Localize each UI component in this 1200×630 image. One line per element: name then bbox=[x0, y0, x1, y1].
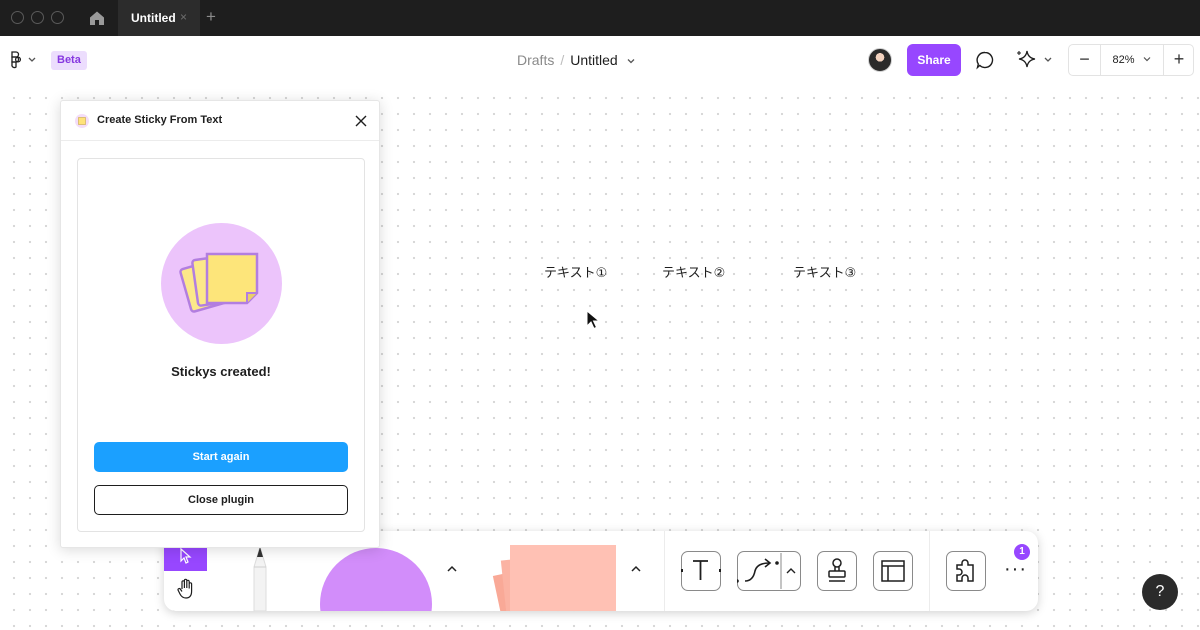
mouse-cursor-icon bbox=[586, 309, 602, 330]
chevron-up-icon[interactable] bbox=[444, 561, 460, 577]
new-tab-button[interactable]: + bbox=[206, 7, 216, 27]
home-icon[interactable] bbox=[88, 9, 106, 27]
header-toolbar: Beta Drafts / Untitled Share − 82% + bbox=[0, 36, 1200, 84]
plugin-title: Create Sticky From Text bbox=[97, 114, 223, 126]
ai-sparkle-button[interactable] bbox=[1015, 48, 1055, 72]
hand-tool-button[interactable] bbox=[176, 578, 196, 600]
zoom-level-dropdown[interactable]: 82% bbox=[1101, 45, 1163, 75]
pencil-tool-button[interactable] bbox=[240, 545, 280, 611]
avatar[interactable] bbox=[868, 48, 892, 72]
chevron-down-icon bbox=[1143, 57, 1150, 62]
connector-icon bbox=[736, 552, 795, 589]
file-tab[interactable]: Untitled × bbox=[118, 0, 200, 36]
beta-badge: Beta bbox=[51, 51, 87, 70]
window-minimize-dot[interactable] bbox=[31, 11, 44, 24]
file-name[interactable]: Untitled bbox=[570, 52, 617, 68]
sticky-notes-icon bbox=[179, 252, 259, 313]
comment-icon[interactable] bbox=[975, 50, 995, 70]
status-message: Stickys created! bbox=[171, 364, 271, 379]
connector-tool-button[interactable] bbox=[736, 551, 801, 591]
sticky-note-icon bbox=[492, 545, 616, 611]
text-icon bbox=[680, 559, 721, 580]
zoom-level: 82% bbox=[1112, 54, 1135, 66]
pencil-icon bbox=[253, 545, 267, 611]
window-zoom-dot[interactable] bbox=[51, 11, 64, 24]
main-menu-button[interactable] bbox=[8, 50, 40, 70]
stamp-icon bbox=[827, 557, 846, 582]
section-tool-button[interactable] bbox=[873, 551, 913, 591]
more-tools-button[interactable]: ··· bbox=[1004, 559, 1027, 579]
tab-close-button[interactable]: × bbox=[180, 10, 187, 24]
hand-icon bbox=[177, 578, 193, 599]
plugin-content-card: Stickys created! Start again Close plugi… bbox=[77, 158, 365, 532]
chevron-up-icon[interactable] bbox=[628, 561, 644, 577]
tab-title: Untitled bbox=[131, 11, 176, 25]
close-plugin-button[interactable]: Close plugin bbox=[94, 485, 348, 515]
breadcrumb-drafts[interactable]: Drafts bbox=[517, 52, 554, 68]
zoom-out-button[interactable]: − bbox=[1069, 45, 1101, 75]
title-bar: Untitled × + bbox=[0, 0, 1200, 36]
canvas-text-2[interactable]: テキスト② bbox=[662, 262, 725, 281]
help-button[interactable]: ? bbox=[1142, 574, 1178, 610]
plugin-window: Create Sticky From Text Stickys created!… bbox=[60, 100, 380, 548]
toolbar-divider bbox=[929, 531, 930, 611]
sticky-tool-button[interactable] bbox=[484, 541, 624, 611]
close-icon[interactable] bbox=[353, 113, 369, 129]
toolbar-divider bbox=[664, 531, 665, 611]
plugin-sticky-icon bbox=[74, 113, 90, 129]
shape-tool-button[interactable] bbox=[320, 548, 432, 611]
figma-logo-icon bbox=[11, 51, 36, 69]
sticky-stack-illustration bbox=[161, 223, 282, 344]
plugin-header[interactable]: Create Sticky From Text bbox=[61, 101, 379, 141]
window-close-dot[interactable] bbox=[11, 11, 24, 24]
breadcrumb-separator: / bbox=[560, 52, 565, 68]
zoom-control: − 82% + bbox=[1068, 44, 1194, 76]
sparkle-icon bbox=[1017, 50, 1052, 68]
share-button[interactable]: Share bbox=[907, 44, 961, 76]
section-icon bbox=[880, 559, 905, 582]
chevron-down-icon[interactable] bbox=[626, 52, 636, 68]
puzzle-icon bbox=[955, 558, 974, 582]
plugins-tool-button[interactable] bbox=[946, 551, 986, 591]
stamp-tool-button[interactable] bbox=[817, 551, 857, 591]
zoom-in-button[interactable]: + bbox=[1163, 45, 1194, 75]
breadcrumb: Drafts / Untitled bbox=[517, 52, 636, 68]
canvas-text-3[interactable]: テキスト③ bbox=[793, 262, 856, 281]
text-tool-button[interactable] bbox=[680, 551, 721, 591]
canvas-text-1[interactable]: テキスト① bbox=[544, 262, 607, 281]
start-again-button[interactable]: Start again bbox=[94, 442, 348, 472]
